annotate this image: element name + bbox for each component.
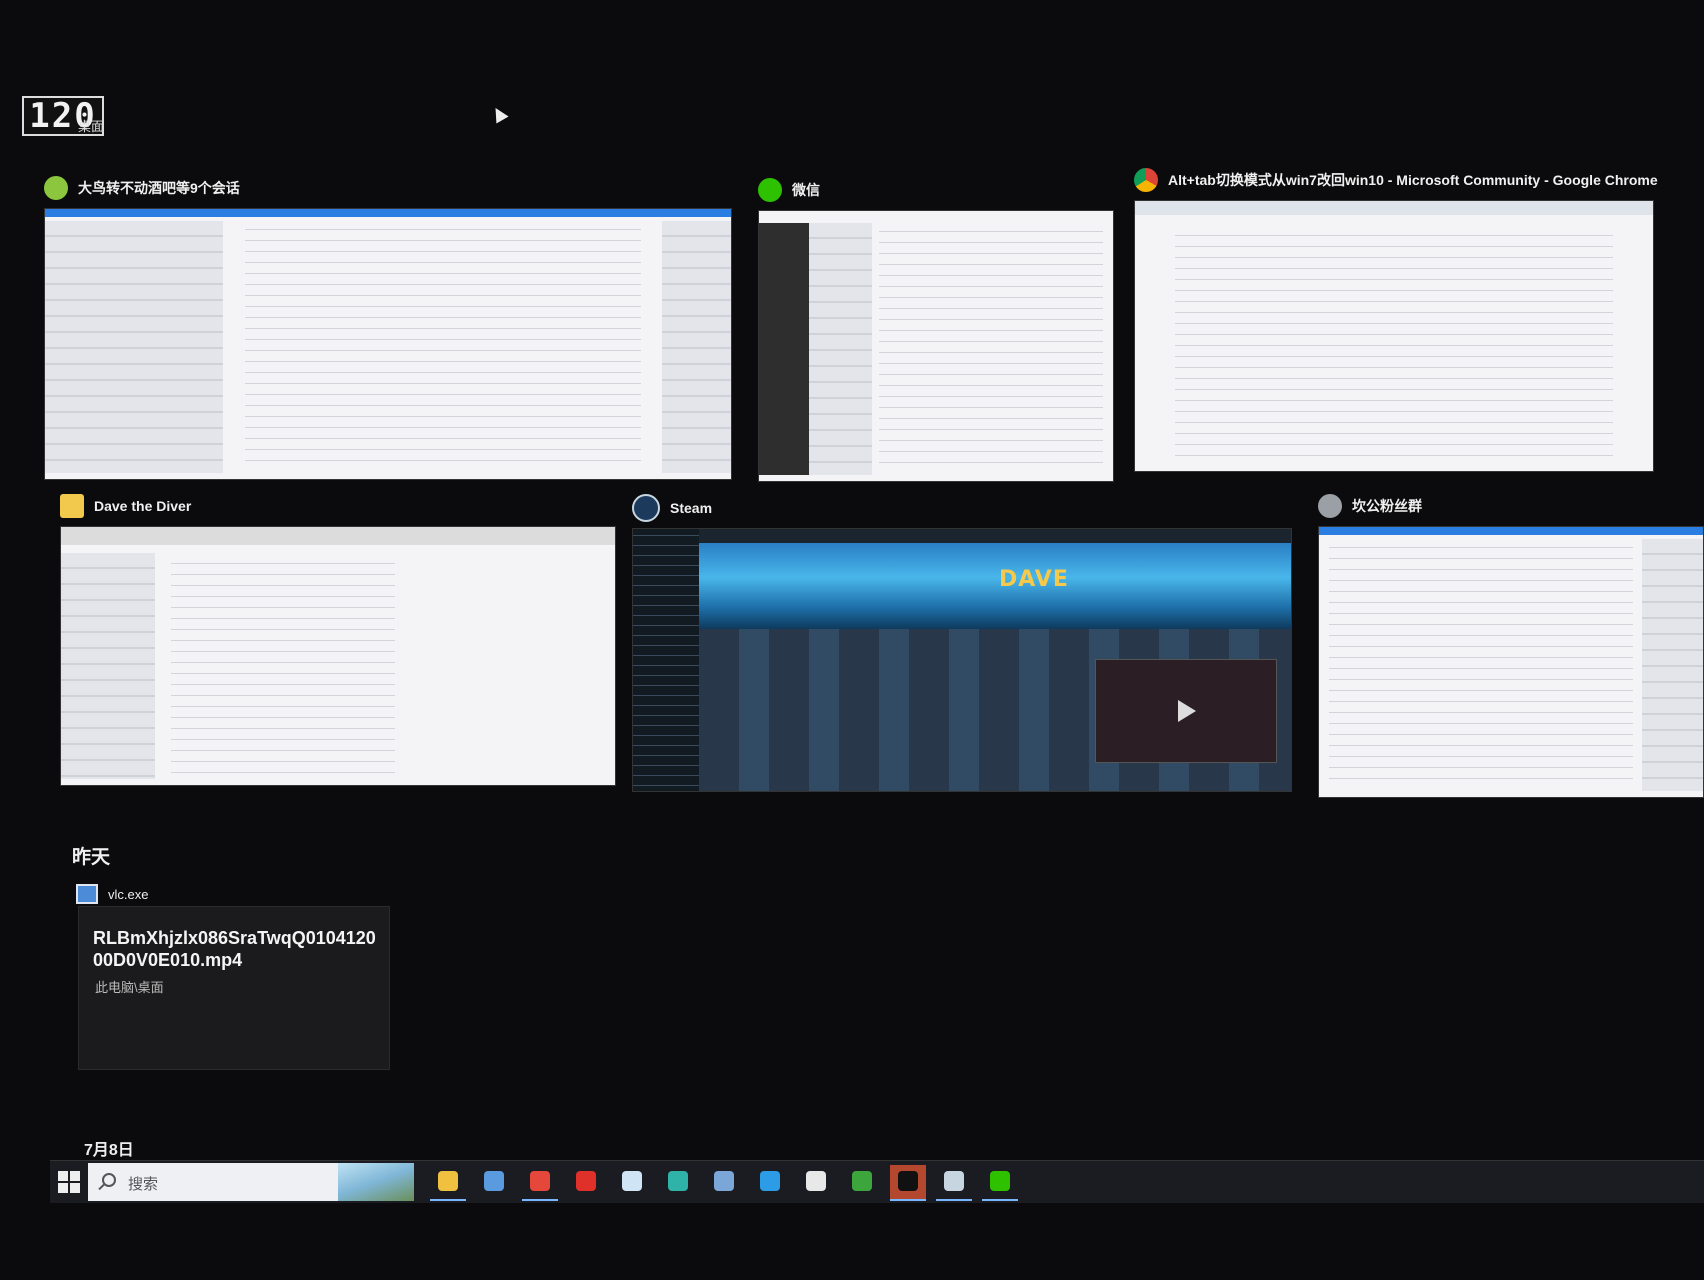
notepad-icon-glyph <box>622 1171 642 1191</box>
window-thumbnail[interactable] <box>1134 200 1654 472</box>
steam-icon <box>632 494 660 522</box>
window-title: 大鸟转不动酒吧等9个会话 <box>78 180 240 196</box>
calculator-icon-glyph <box>714 1171 734 1191</box>
chrome-taskbar-icon-glyph <box>530 1171 550 1191</box>
file-explorer-icon[interactable] <box>430 1165 466 1201</box>
window-title: Alt+tab切换模式从win7改回win10 - Microsoft Comm… <box>1168 172 1658 188</box>
netease-music-icon-glyph <box>576 1171 596 1191</box>
qq-icon-glyph <box>898 1171 918 1191</box>
window-thumbnail[interactable] <box>758 210 1114 482</box>
window-thumbnail[interactable] <box>60 526 616 786</box>
steam-taskbar-icon-glyph <box>944 1171 964 1191</box>
timeline-section-yesterday: 昨天 <box>72 847 111 868</box>
pc-manager-icon[interactable] <box>476 1165 512 1201</box>
recent-activity-card[interactable]: RLBmXhjzlx086SraTwqQ010412000D0V0E010.mp… <box>78 906 390 1070</box>
vlc-icon <box>76 884 98 904</box>
browser-icon[interactable] <box>752 1165 788 1201</box>
window-thumbnail[interactable]: DAVE <box>632 528 1292 792</box>
xbox-icon[interactable] <box>844 1165 880 1201</box>
qq-chat-icon <box>44 176 68 200</box>
search-placeholder: 搜索 <box>128 1176 159 1193</box>
chrome-taskbar-icon[interactable] <box>522 1165 558 1201</box>
edge-icon-glyph <box>668 1171 688 1191</box>
window-title: 微信 <box>792 182 820 198</box>
wechat-icon <box>758 178 782 202</box>
edge-icon[interactable] <box>660 1165 696 1201</box>
taskbar-search[interactable]: 搜索 <box>88 1163 414 1201</box>
xbox-icon-glyph <box>852 1171 872 1191</box>
window-title: 坎公粉丝群 <box>1352 498 1422 514</box>
timeline-section-date: 7月8日 <box>84 1142 134 1159</box>
qq-group-icon <box>1318 494 1342 518</box>
wechat-taskbar-icon-glyph <box>990 1171 1010 1191</box>
chrome-icon <box>1134 168 1158 192</box>
folder-icon <box>60 494 84 518</box>
fps-subtitle: 桌面 <box>78 119 105 134</box>
qq-icon[interactable] <box>890 1165 926 1201</box>
mouse-cursor-icon <box>489 104 509 124</box>
play-icon <box>1178 700 1196 722</box>
recent-activity-header: vlc.exe <box>76 884 148 904</box>
recent-file-path: 此电脑\桌面 <box>95 980 164 995</box>
windows-start-icon[interactable] <box>58 1171 80 1193</box>
window-thumbnail[interactable] <box>1318 526 1704 798</box>
window-title: Dave the Diver <box>94 498 192 514</box>
pc-manager-icon-glyph <box>484 1171 504 1191</box>
notepad-icon[interactable] <box>614 1165 650 1201</box>
window-thumbnail[interactable] <box>44 208 732 480</box>
window-title: Steam <box>670 500 713 516</box>
taskbar-pinned-apps <box>430 1165 1018 1201</box>
recent-app-name: vlc.exe <box>108 886 149 902</box>
netease-music-icon[interactable] <box>568 1165 604 1201</box>
search-icon <box>102 1173 116 1187</box>
recent-file-title: RLBmXhjzlx086SraTwqQ010412000D0V0E010.mp… <box>93 928 376 970</box>
steam-taskbar-icon[interactable] <box>936 1165 972 1201</box>
search-highlight-art <box>338 1163 414 1201</box>
store-icon[interactable] <box>798 1165 834 1201</box>
wechat-taskbar-icon[interactable] <box>982 1165 1018 1201</box>
calculator-icon[interactable] <box>706 1165 742 1201</box>
browser-icon-glyph <box>760 1171 780 1191</box>
file-explorer-icon-glyph <box>438 1171 458 1191</box>
taskbar: 搜索 <box>50 1160 1704 1203</box>
steam-game-banner: DAVE <box>999 567 1069 592</box>
video-preview <box>1095 659 1277 763</box>
store-icon-glyph <box>806 1171 826 1191</box>
